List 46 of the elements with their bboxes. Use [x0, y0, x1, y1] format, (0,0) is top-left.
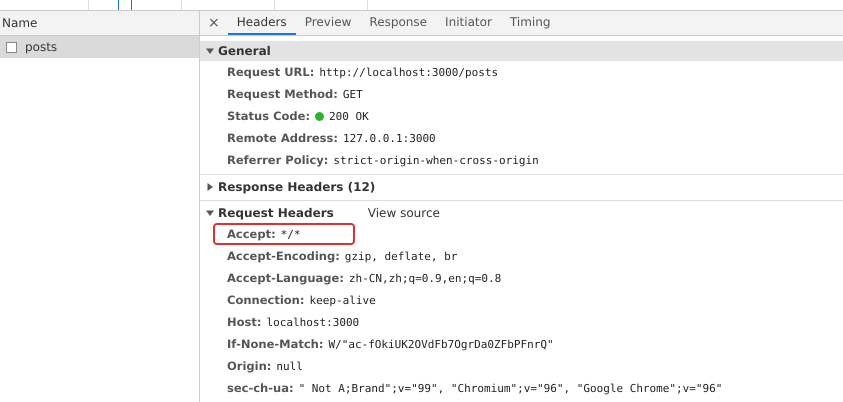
- header-value: " Not A;Brand";v="99", "Chromium";v="96", "Google Chrome";v="96": [298, 382, 722, 394]
- header-name: Request URL:: [227, 65, 314, 79]
- view-source-link[interactable]: View source: [368, 206, 440, 220]
- header-value: strict-origin-when-cross-origin: [333, 154, 539, 166]
- section-title: Response Headers (12): [218, 180, 376, 194]
- section-header[interactable]: Response Headers (12): [200, 177, 843, 197]
- expanded-triangle-icon[interactable]: [206, 209, 214, 217]
- header-name: Status Code:: [227, 109, 310, 123]
- header-name: If-None-Match:: [227, 337, 324, 351]
- request-name: posts: [25, 40, 58, 54]
- header-name: Accept-Encoding:: [227, 249, 340, 263]
- tab[interactable]: Preview: [296, 11, 360, 35]
- header-name: Connection:: [227, 293, 304, 307]
- header-name: Origin:: [227, 359, 272, 373]
- header-value: keep-alive: [309, 294, 376, 306]
- collapsed-triangle-icon[interactable]: [206, 183, 214, 191]
- tab[interactable]: Timing: [500, 11, 560, 35]
- header-value: */*: [280, 228, 301, 240]
- header-name: Accept-Language:: [227, 271, 344, 285]
- header-value: 127.0.0.1:3000: [342, 132, 436, 144]
- section-title: Request Headers: [218, 206, 334, 220]
- section-header[interactable]: Request Headers View source: [200, 203, 843, 223]
- header-name: Host:: [227, 315, 262, 329]
- section-title: General: [218, 44, 271, 58]
- column-header[interactable]: Name: [0, 11, 199, 36]
- tab[interactable]: Headers: [228, 11, 296, 35]
- header-name: Accept:: [227, 227, 276, 241]
- tab[interactable]: Initiator: [436, 11, 501, 35]
- header-value: W/"ac-fOkiUK2OVdFb7OgrDa0ZFbPFnrQ": [328, 338, 554, 350]
- header-name: sec-ch-ua:: [227, 381, 294, 395]
- checkbox[interactable]: [6, 42, 17, 52]
- header-value: 200 OK: [329, 110, 369, 122]
- request-row[interactable]: posts: [0, 36, 199, 58]
- header-name: Remote Address:: [227, 131, 338, 145]
- header-value: GET: [342, 88, 363, 100]
- tab[interactable]: Response: [360, 11, 436, 35]
- header-value: gzip, deflate, br: [344, 250, 458, 262]
- header-value: zh-CN,zh;q=0.9,en;q=0.8: [348, 272, 502, 284]
- header-value: localhost:3000: [266, 316, 360, 328]
- header-name: Referrer Policy:: [227, 153, 328, 167]
- close-button[interactable]: ×: [200, 11, 228, 35]
- expanded-triangle-icon[interactable]: [206, 47, 214, 55]
- section-header[interactable]: General: [200, 41, 843, 61]
- header-name: Request Method:: [227, 87, 338, 101]
- header-value: http://localhost:3000/posts: [319, 66, 498, 78]
- header-value: null: [276, 360, 303, 372]
